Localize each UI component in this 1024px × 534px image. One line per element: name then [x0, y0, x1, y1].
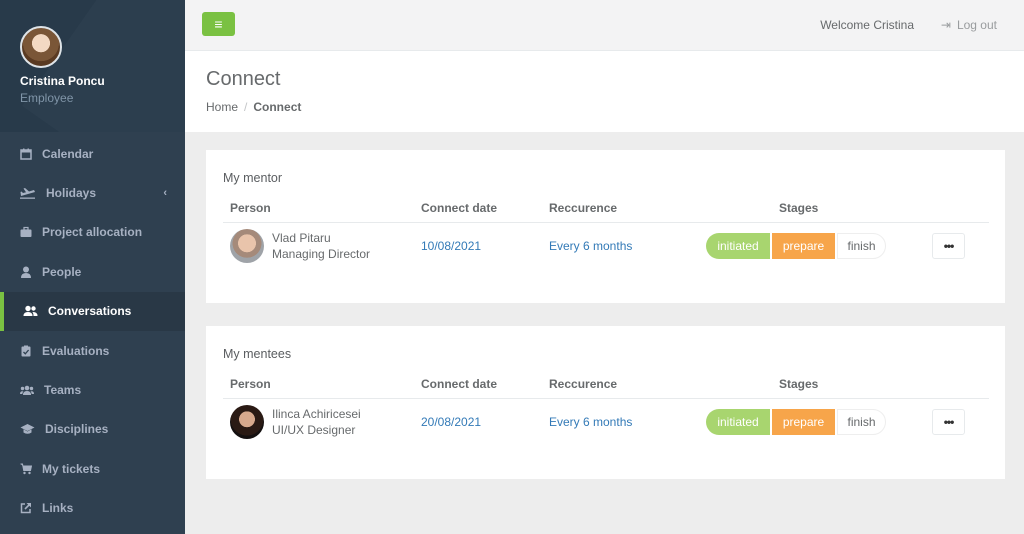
- breadcrumb-separator: /: [244, 100, 248, 114]
- sign-out-icon: ⇥: [940, 18, 951, 32]
- ellipsis-icon: •••: [943, 239, 955, 253]
- profile-role: Employee: [20, 91, 74, 105]
- recurrence-link[interactable]: Every 6 months: [549, 415, 632, 429]
- sidebar-item-label: Evaluations: [42, 343, 110, 358]
- plane-icon: [20, 187, 36, 199]
- breadcrumb-home[interactable]: Home: [206, 100, 238, 114]
- mentees-panel: My mentees Person Connect date Reccurenc…: [206, 326, 1005, 479]
- stage-finish[interactable]: finish: [837, 233, 886, 259]
- stage-initiated[interactable]: initiated: [706, 233, 770, 259]
- breadcrumb: Home / Connect: [206, 100, 301, 114]
- sidebar-item-calendar[interactable]: Calendar: [0, 134, 185, 173]
- logout-link[interactable]: ⇥ Log out: [941, 18, 997, 32]
- external-link-icon: [20, 502, 32, 514]
- stage-finish[interactable]: finish: [837, 409, 886, 435]
- sidebar-item-label: Calendar: [42, 146, 94, 161]
- person-name: Ilinca Achiricesei: [272, 407, 361, 421]
- sidebar-item-teams[interactable]: Teams: [0, 370, 185, 409]
- cart-icon: [20, 463, 33, 475]
- column-header-connect-date: Connect date: [421, 201, 498, 215]
- users-icon: [23, 305, 38, 317]
- ellipsis-icon: •••: [943, 415, 955, 429]
- profile-name[interactable]: Cristina Poncu: [20, 74, 105, 88]
- person-position: UI/UX Designer: [272, 423, 356, 437]
- more-options-button[interactable]: •••: [932, 233, 965, 259]
- person-name: Vlad Pitaru: [272, 231, 331, 245]
- column-header-stages: Stages: [779, 377, 819, 391]
- user-icon: [20, 266, 32, 278]
- connect-date-link[interactable]: 20/08/2021: [421, 415, 481, 429]
- divider: [223, 398, 989, 399]
- sidebar-item-disciplines[interactable]: Disciplines: [0, 410, 185, 449]
- hamburger-icon: ≡: [214, 16, 223, 32]
- sidebar-item-label: Links: [42, 501, 74, 516]
- mentor-panel: My mentor Person Connect date Reccurence…: [206, 150, 1005, 303]
- breadcrumb-current: Connect: [253, 100, 302, 114]
- column-header-person: Person: [230, 377, 271, 391]
- recurrence-link[interactable]: Every 6 months: [549, 239, 632, 253]
- sidebar-item-label: Teams: [44, 383, 82, 398]
- chevron-left-icon: ‹: [163, 187, 167, 200]
- avatar[interactable]: [20, 26, 62, 68]
- sidebar-item-links[interactable]: Links: [0, 489, 185, 528]
- sidebar-item-label: My tickets: [42, 461, 101, 476]
- sidebar-item-label: Project allocation: [42, 225, 143, 240]
- sidebar-item-people[interactable]: People: [0, 252, 185, 291]
- sidebar-item-label: Holidays: [46, 186, 97, 201]
- column-header-person: Person: [230, 201, 271, 215]
- page-heading: Connect Home / Connect: [185, 50, 1024, 132]
- sidebar: Cristina Poncu Employee Calendar Holiday…: [0, 0, 185, 534]
- profile-header: Cristina Poncu Employee: [0, 0, 185, 132]
- calendar-icon: [20, 148, 32, 160]
- divider: [223, 222, 989, 223]
- person-position: Managing Director: [272, 247, 371, 261]
- sidebar-nav: Calendar Holidays ‹ Project allocation P…: [0, 134, 185, 528]
- sidebar-item-conversations[interactable]: Conversations: [0, 291, 185, 331]
- menu-toggle-button[interactable]: ≡: [202, 12, 235, 36]
- sidebar-item-evaluations[interactable]: Evaluations: [0, 331, 185, 370]
- graduation-cap-icon: [20, 423, 35, 435]
- panel-title: My mentees: [223, 347, 292, 361]
- group-icon: [20, 384, 34, 396]
- clipboard-icon: [20, 345, 32, 357]
- sidebar-item-holidays[interactable]: Holidays ‹: [0, 173, 185, 212]
- topbar: ≡ Welcome Cristina ⇥ Log out: [185, 0, 1024, 50]
- panel-title: My mentor: [223, 171, 283, 185]
- column-header-recurrence: Reccurence: [549, 201, 618, 215]
- avatar[interactable]: [230, 405, 264, 439]
- column-header-recurrence: Reccurence: [549, 377, 618, 391]
- briefcase-icon: [20, 226, 32, 238]
- column-header-stages: Stages: [779, 201, 819, 215]
- welcome-message: Welcome Cristina: [820, 18, 914, 32]
- connect-date-link[interactable]: 10/08/2021: [421, 239, 481, 253]
- stage-prepare[interactable]: prepare: [772, 233, 835, 259]
- sidebar-item-label: Conversations: [48, 304, 132, 319]
- stages-group: initiated prepare finish: [706, 409, 886, 435]
- page-title: Connect: [206, 68, 281, 90]
- sidebar-item-my-tickets[interactable]: My tickets: [0, 449, 185, 488]
- stage-prepare[interactable]: prepare: [772, 409, 835, 435]
- avatar[interactable]: [230, 229, 264, 263]
- sidebar-item-label: Disciplines: [45, 422, 109, 437]
- column-header-connect-date: Connect date: [421, 377, 498, 391]
- sidebar-item-label: People: [42, 264, 82, 279]
- stages-group: initiated prepare finish: [706, 233, 886, 259]
- more-options-button[interactable]: •••: [932, 409, 965, 435]
- sidebar-item-project-allocation[interactable]: Project allocation: [0, 213, 185, 252]
- stage-initiated[interactable]: initiated: [706, 409, 770, 435]
- logout-label: Log out: [956, 18, 997, 32]
